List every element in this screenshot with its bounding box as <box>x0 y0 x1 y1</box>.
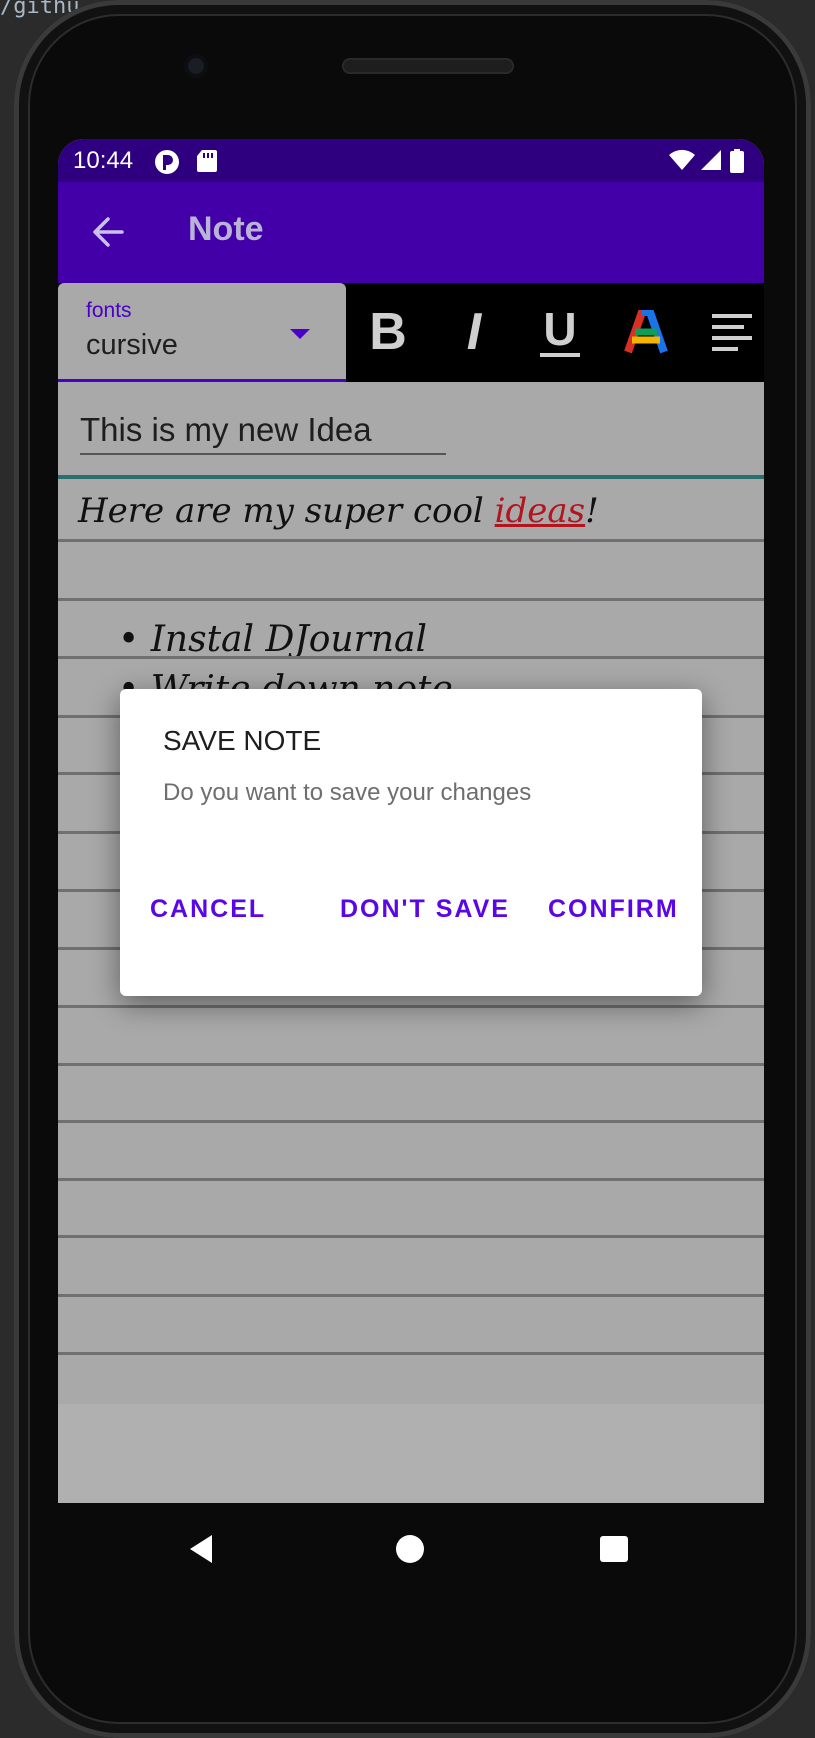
wifi-icon <box>669 149 695 170</box>
back-arrow-icon[interactable] <box>88 212 128 252</box>
bold-button[interactable]: B <box>358 297 418 367</box>
status-bar: 10:44 <box>58 139 764 182</box>
navigation-bar <box>58 1503 764 1593</box>
align-left-icon <box>712 314 752 351</box>
text-color-button[interactable] <box>616 297 676 367</box>
nav-recents-icon[interactable] <box>600 1536 628 1562</box>
app-notification-icon <box>155 150 179 174</box>
chevron-down-icon <box>290 329 310 339</box>
cancel-button[interactable]: CANCEL <box>150 895 266 924</box>
confirm-button[interactable]: CONFIRM <box>548 895 679 924</box>
text-color-icon <box>624 310 668 354</box>
dialog-title: SAVE NOTE <box>163 725 322 756</box>
ruled-line <box>58 1063 764 1066</box>
underline-bar <box>540 353 580 357</box>
camera-icon <box>184 54 208 78</box>
speaker-grille <box>342 58 514 74</box>
note-text-ideas: ideas <box>494 491 586 531</box>
title-divider <box>58 475 764 479</box>
ruled-line <box>58 1005 764 1008</box>
sd-card-icon <box>197 150 217 172</box>
underline-button[interactable]: U <box>530 297 590 367</box>
note-text-suffix: ! <box>585 491 599 531</box>
battery-icon <box>730 149 744 173</box>
align-button[interactable] <box>702 297 762 367</box>
formatting-toolbar: fonts cursive B I U <box>58 283 764 382</box>
italic-icon: I <box>466 303 482 361</box>
list-item: • Instal DJournal <box>118 619 427 660</box>
ruled-line <box>58 539 764 542</box>
fonts-dropdown-label: fonts <box>86 299 132 322</box>
ruled-line <box>58 656 764 659</box>
save-note-dialog: SAVE NOTE Do you want to save your chang… <box>120 689 702 996</box>
status-time: 10:44 <box>73 147 134 174</box>
ruled-line <box>58 1120 764 1123</box>
ruled-line <box>58 1178 764 1181</box>
underline-icon: U <box>543 303 577 355</box>
list-item-text: Instal DJournal <box>150 619 427 660</box>
note-text-line[interactable]: Here are my super cool ideas! <box>78 491 599 531</box>
ruled-line <box>58 1235 764 1238</box>
bold-icon: B <box>369 303 407 361</box>
nav-back-icon[interactable] <box>190 1535 212 1563</box>
note-title-field[interactable]: This is my new Idea <box>80 407 446 455</box>
ruled-line <box>58 598 764 601</box>
fonts-dropdown[interactable]: fonts cursive <box>58 283 346 382</box>
dont-save-button[interactable]: DON'T SAVE <box>340 895 510 924</box>
page-title: Note <box>188 210 264 248</box>
signal-icon <box>701 150 721 170</box>
note-bottom-area <box>58 1404 764 1503</box>
ruled-line <box>58 1294 764 1297</box>
fonts-dropdown-value: cursive <box>86 329 178 361</box>
app-bar: Note <box>58 182 764 283</box>
dialog-message: Do you want to save your changes <box>163 779 532 806</box>
nav-home-icon[interactable] <box>396 1535 424 1563</box>
italic-button[interactable]: I <box>444 297 504 367</box>
note-text-prefix: Here are my super cool <box>78 491 495 531</box>
ruled-line <box>58 1352 764 1355</box>
note-title-text: This is my new Idea <box>80 411 372 448</box>
